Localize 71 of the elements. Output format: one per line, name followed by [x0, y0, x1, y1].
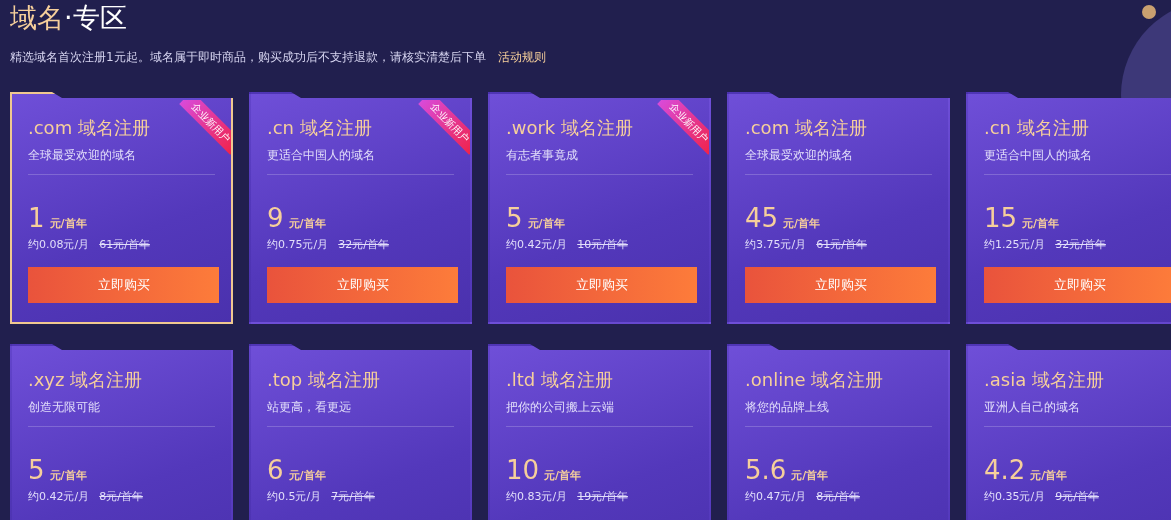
original-price: 32元/首年 [1055, 237, 1106, 253]
price-unit: 元/首年 [544, 468, 582, 483]
price-unit: 元/首年 [527, 216, 565, 231]
price-value: 15 [984, 203, 1018, 233]
monthly-price: 约1.25元/月 [984, 237, 1046, 253]
product-card[interactable]: .online 域名注册 将您的品牌上线 5.6 元/首年 约0.47元/月 8元/首年 [727, 344, 950, 520]
card-title: .top 域名注册 [267, 368, 380, 392]
price-unit: 元/首年 [49, 468, 87, 483]
price-value: 4.2 [984, 455, 1026, 485]
monthly-price: 约0.08元/月 [28, 237, 90, 253]
monthly-price: 约0.42元/月 [506, 237, 568, 253]
original-price: 32元/首年 [338, 237, 389, 253]
product-card[interactable]: .ltd 域名注册 把你的公司搬上云端 10 元/首年 约0.83元/月 19元/首年 [488, 344, 711, 520]
monthly-price: 约0.42元/月 [28, 489, 90, 505]
monthly-price: 约0.5元/月 [267, 489, 322, 505]
price-unit: 元/首年 [288, 216, 326, 231]
card-description: 创造无限可能 [28, 399, 101, 416]
card-title: .asia 域名注册 [984, 368, 1104, 392]
card-description: 全球最受欢迎的域名 [28, 147, 137, 164]
price-value: 5 [506, 203, 523, 233]
price-value: 6 [267, 455, 284, 485]
product-card[interactable]: .cn 域名注册 更适合中国人的域名 15 元/首年 约1.25元/月 32元/首年 立即购买 [966, 92, 1171, 324]
card-title: .com 域名注册 [745, 116, 867, 140]
card-description: 更适合中国人的域名 [984, 147, 1093, 164]
original-price: 61元/首年 [816, 237, 867, 253]
price-unit: 元/首年 [1022, 216, 1060, 231]
monthly-price: 约0.35元/月 [984, 489, 1046, 505]
card-title: .online 域名注册 [745, 368, 884, 392]
card-title: .ltd 域名注册 [506, 368, 613, 392]
monthly-price: 约3.75元/月 [745, 237, 807, 253]
card-title: .com 域名注册 [28, 116, 150, 140]
price-value: 10 [506, 455, 540, 485]
card-description: 有志者事竟成 [506, 147, 579, 164]
original-price: 9元/首年 [1055, 489, 1099, 505]
card-description: 站更高，看更远 [267, 399, 352, 416]
price-unit: 元/首年 [783, 216, 821, 231]
original-price: 8元/首年 [99, 489, 143, 505]
original-price: 7元/首年 [331, 489, 375, 505]
price-value: 5 [28, 455, 45, 485]
monthly-price: 约0.83元/月 [506, 489, 568, 505]
card-description: 亚洲人自己的域名 [984, 399, 1081, 416]
card-title: .cn 域名注册 [267, 116, 372, 140]
product-card[interactable]: .xyz 域名注册 创造无限可能 5 元/首年 约0.42元/月 8元/首年 [10, 344, 233, 520]
notice-text: 精选域名首次注册1元起。域名属于即时商品，购买成功后不支持退款，请核实清楚后下单 [10, 49, 486, 66]
price-unit: 元/首年 [49, 216, 87, 231]
original-price: 19元/首年 [577, 489, 628, 505]
price-unit: 元/首年 [791, 468, 829, 483]
monthly-price: 约0.75元/月 [267, 237, 329, 253]
price-value: 45 [745, 203, 779, 233]
card-description: 全球最受欢迎的域名 [745, 147, 854, 164]
page-title-highlight: 域名 [10, 2, 64, 34]
price-value: 5.6 [745, 455, 787, 485]
product-card[interactable]: .asia 域名注册 亚洲人自己的域名 4.2 元/首年 约0.35元/月 9元/首年 [966, 344, 1171, 520]
rules-link[interactable]: 活动规则 [497, 48, 546, 66]
monthly-price: 约0.47元/月 [745, 489, 807, 505]
card-description: 把你的公司搬上云端 [506, 399, 615, 416]
price-unit: 元/首年 [288, 468, 326, 483]
product-card[interactable]: .com 域名注册 全球最受欢迎的域名 45 元/首年 约3.75元/月 61元/首年 立即购买 [727, 92, 950, 324]
card-title: .work 域名注册 [506, 116, 633, 140]
card-description: 将您的品牌上线 [745, 399, 830, 416]
page-title: ·专区 [64, 2, 127, 34]
product-card[interactable]: .top 域名注册 站更高，看更远 6 元/首年 约0.5元/月 7元/首年 [249, 344, 472, 520]
original-price: 61元/首年 [99, 237, 150, 253]
card-title: .cn 域名注册 [984, 116, 1089, 140]
original-price: 8元/首年 [816, 489, 860, 505]
price-value: 1 [28, 203, 45, 233]
card-title: .xyz 域名注册 [28, 368, 143, 392]
price-unit: 元/首年 [1030, 468, 1068, 483]
original-price: 10元/首年 [577, 237, 628, 253]
card-description: 更适合中国人的域名 [267, 147, 376, 164]
price-value: 9 [267, 203, 284, 233]
